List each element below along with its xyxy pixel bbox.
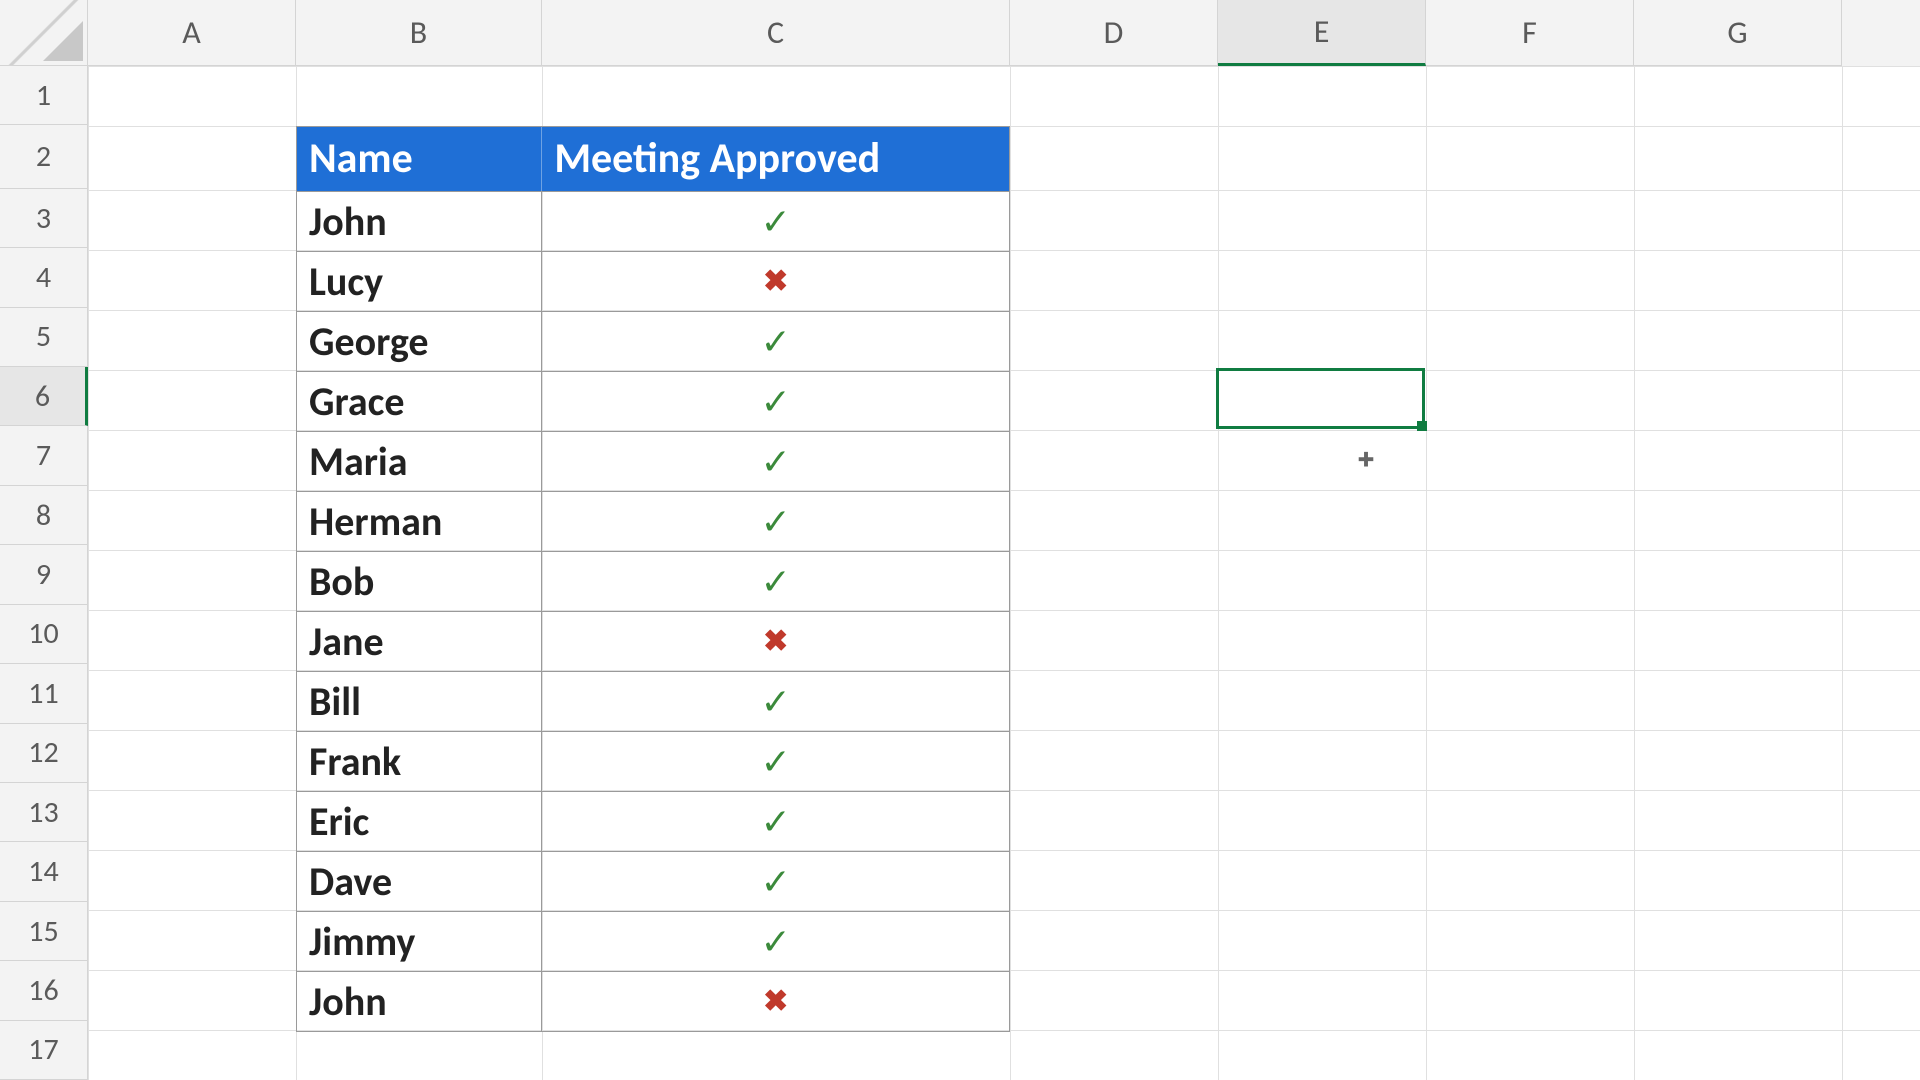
- table-row[interactable]: Jimmy ✓: [297, 911, 1009, 971]
- name-cell[interactable]: John: [297, 972, 542, 1031]
- approved-cell[interactable]: ✓: [542, 672, 1009, 731]
- row-header-3[interactable]: 3: [0, 189, 88, 248]
- name-cell[interactable]: Bob: [297, 552, 542, 611]
- table-row[interactable]: John ✓: [297, 191, 1009, 251]
- check-icon: ✓: [761, 200, 791, 244]
- row-header-5[interactable]: 5: [0, 308, 88, 367]
- name-cell[interactable]: Herman: [297, 492, 542, 551]
- col-header-B[interactable]: B: [296, 0, 542, 66]
- table-row[interactable]: Bob ✓: [297, 551, 1009, 611]
- row-header-13[interactable]: 13: [0, 783, 88, 842]
- row-headers: 1234567891011121314151617: [0, 66, 88, 1080]
- row-header-2[interactable]: 2: [0, 125, 88, 188]
- name-cell[interactable]: Maria: [297, 432, 542, 491]
- table-row[interactable]: Jane ✖: [297, 611, 1009, 671]
- table-header-0[interactable]: Name: [297, 127, 542, 191]
- approved-cell[interactable]: ✓: [542, 552, 1009, 611]
- name-cell[interactable]: Eric: [297, 792, 542, 851]
- row-header-6[interactable]: 6: [0, 367, 88, 426]
- approved-cell[interactable]: ✓: [542, 312, 1009, 371]
- table-row[interactable]: Eric ✓: [297, 791, 1009, 851]
- row-header-11[interactable]: 11: [0, 664, 88, 723]
- col-header-D[interactable]: D: [1010, 0, 1218, 66]
- cross-icon: ✖: [763, 983, 788, 1020]
- approved-cell[interactable]: ✓: [542, 432, 1009, 491]
- select-all-corner[interactable]: [0, 0, 88, 66]
- check-icon: ✓: [761, 860, 791, 904]
- approved-cell[interactable]: ✓: [542, 492, 1009, 551]
- name-cell[interactable]: Bill: [297, 672, 542, 731]
- col-header-C[interactable]: C: [542, 0, 1010, 66]
- check-icon: ✓: [761, 800, 791, 844]
- row-header-12[interactable]: 12: [0, 724, 88, 783]
- approved-cell[interactable]: ✓: [542, 912, 1009, 971]
- row-header-7[interactable]: 7: [0, 426, 88, 485]
- check-icon: ✓: [761, 560, 791, 604]
- row-header-1[interactable]: 1: [0, 66, 88, 125]
- col-header-A[interactable]: A: [88, 0, 296, 66]
- row-header-8[interactable]: 8: [0, 486, 88, 545]
- row-header-10[interactable]: 10: [0, 605, 88, 664]
- table-row[interactable]: Dave ✓: [297, 851, 1009, 911]
- name-cell[interactable]: George: [297, 312, 542, 371]
- table-row[interactable]: Grace ✓: [297, 371, 1009, 431]
- row-header-15[interactable]: 15: [0, 902, 88, 961]
- approved-cell[interactable]: ✖: [542, 252, 1009, 311]
- column-headers: ABCDEFG: [0, 0, 1920, 66]
- check-icon: ✓: [761, 500, 791, 544]
- check-icon: ✓: [761, 740, 791, 784]
- spreadsheet: ABCDEFG 1234567891011121314151617 NameMe…: [0, 0, 1920, 1080]
- row-header-17[interactable]: 17: [0, 1021, 88, 1080]
- table-row[interactable]: John ✖: [297, 971, 1009, 1031]
- row-header-4[interactable]: 4: [0, 248, 88, 307]
- approved-cell[interactable]: ✓: [542, 732, 1009, 791]
- grid-area[interactable]: NameMeeting ApprovedJohn✓Lucy✖George✓Gra…: [88, 66, 1920, 1080]
- row-header-9[interactable]: 9: [0, 545, 88, 604]
- table-row[interactable]: George ✓: [297, 311, 1009, 371]
- table-row[interactable]: Frank ✓: [297, 731, 1009, 791]
- check-icon: ✓: [761, 920, 791, 964]
- table-header-1[interactable]: Meeting Approved: [542, 127, 1009, 191]
- table-row[interactable]: Lucy ✖: [297, 251, 1009, 311]
- name-cell[interactable]: Grace: [297, 372, 542, 431]
- table-row[interactable]: Maria ✓: [297, 431, 1009, 491]
- approved-cell[interactable]: ✖: [542, 612, 1009, 671]
- check-icon: ✓: [761, 680, 791, 724]
- col-header-E[interactable]: E: [1218, 0, 1426, 66]
- approved-cell[interactable]: ✓: [542, 372, 1009, 431]
- approved-cell[interactable]: ✓: [542, 192, 1009, 251]
- table-row[interactable]: Herman ✓: [297, 491, 1009, 551]
- row-header-14[interactable]: 14: [0, 842, 88, 901]
- approved-cell[interactable]: ✓: [542, 852, 1009, 911]
- check-icon: ✓: [761, 380, 791, 424]
- name-cell[interactable]: Lucy: [297, 252, 542, 311]
- cross-icon: ✖: [763, 263, 788, 300]
- data-table: NameMeeting ApprovedJohn✓Lucy✖George✓Gra…: [296, 126, 1010, 1032]
- col-header-G[interactable]: G: [1634, 0, 1842, 66]
- approved-cell[interactable]: ✓: [542, 792, 1009, 851]
- check-icon: ✓: [761, 440, 791, 484]
- name-cell[interactable]: Jimmy: [297, 912, 542, 971]
- row-header-16[interactable]: 16: [0, 961, 88, 1020]
- name-cell[interactable]: Dave: [297, 852, 542, 911]
- name-cell[interactable]: Frank: [297, 732, 542, 791]
- name-cell[interactable]: Jane: [297, 612, 542, 671]
- check-icon: ✓: [761, 320, 791, 364]
- col-header-F[interactable]: F: [1426, 0, 1634, 66]
- cross-icon: ✖: [763, 623, 788, 660]
- table-row[interactable]: Bill ✓: [297, 671, 1009, 731]
- cursor-icon: ✚: [1358, 448, 1375, 473]
- approved-cell[interactable]: ✖: [542, 972, 1009, 1031]
- name-cell[interactable]: John: [297, 192, 542, 251]
